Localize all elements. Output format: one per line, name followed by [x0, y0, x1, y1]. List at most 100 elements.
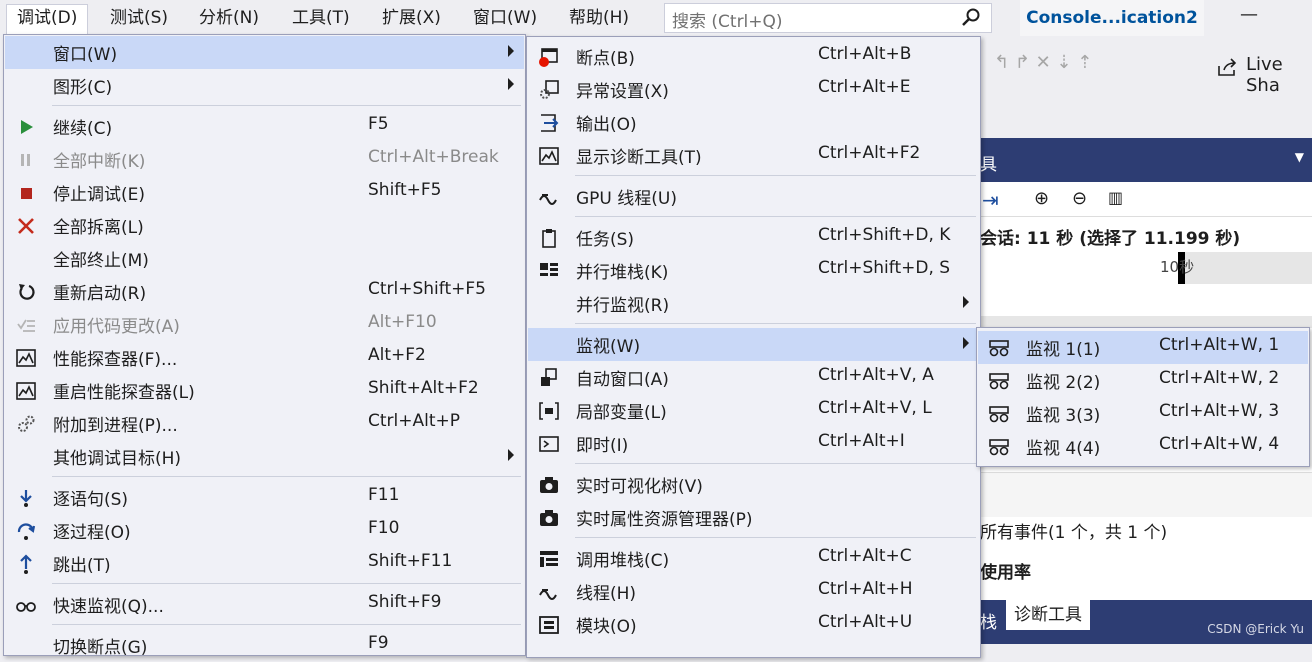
menu-item-step-out[interactable]: 跳出(T) Shift+F11 [5, 547, 524, 580]
share-icon[interactable] [1216, 56, 1238, 82]
pause-icon [15, 149, 37, 171]
menu-item-watch-4[interactable]: 监视 4(4) Ctrl+Alt+W, 4 [978, 430, 1308, 463]
search-input[interactable]: 搜索 (Ctrl+Q) [664, 3, 992, 33]
menu-item-stop-debugging[interactable]: 停止调试(E) Shift+F5 [5, 176, 524, 209]
watch-icon [988, 337, 1010, 359]
diag-toolbar: ⇥ ⊕ ⊖ ▥ [980, 186, 1312, 217]
exception-settings-icon [538, 79, 560, 101]
menu-item-toggle-breakpoint[interactable]: 切换断点(G) F9 [5, 629, 524, 662]
chart-icon[interactable]: ▥ [1108, 188, 1123, 207]
breakpoints-icon [538, 46, 560, 68]
submenu-arrow-icon [963, 337, 969, 349]
menu-item-apply-code-changes[interactable]: 应用代码更改(A) Alt+F10 [5, 308, 524, 341]
window-submenu: 断点(B) Ctrl+Alt+B 异常设置(X) Ctrl+Alt+E 输出(O) … [526, 36, 981, 658]
menu-item-window[interactable]: 窗口(W) [5, 36, 524, 69]
menu-item-autos[interactable]: 自动窗口(A) Ctrl+Alt+V, A [528, 361, 979, 394]
watch-icon [988, 370, 1010, 392]
menu-analyze[interactable]: 分析(N) [199, 5, 259, 31]
menu-item-threads[interactable]: 线程(H) Ctrl+Alt+H [528, 575, 979, 608]
menu-item-live-visual-tree[interactable]: 实时可视化树(V) [528, 468, 979, 501]
diagnostic-panel-title: 具 ▼ [980, 138, 1312, 182]
menu-item-parallel-watch[interactable]: 并行监视(R) [528, 287, 979, 320]
menu-bar: 调试(D) 测试(S) 分析(N) 工具(T) 扩展(X) 窗口(W) 帮助(H… [0, 0, 1312, 38]
menu-item-modules[interactable]: 模块(O) Ctrl+Alt+U [528, 608, 979, 641]
menu-item-other-debug-targets[interactable]: 其他调试目标(H) [5, 440, 524, 473]
zoom-in-icon[interactable]: ⊕ [1034, 188, 1049, 209]
submenu-arrow-icon [508, 45, 514, 57]
menu-item-break-all[interactable]: 全部中断(K) Ctrl+Alt+Break [5, 143, 524, 176]
step-into-icon [15, 487, 37, 509]
menu-item-output[interactable]: 输出(O) [528, 106, 979, 139]
menu-test[interactable]: 测试(S) [110, 5, 168, 31]
profiler-icon [15, 347, 37, 369]
watch-icon [988, 436, 1010, 458]
play-icon [15, 116, 37, 138]
watermark: CSDN @Erick Yu [1207, 622, 1304, 636]
diagnostic-tools-icon [538, 145, 560, 167]
menu-item-watch-1[interactable]: 监视 1(1) Ctrl+Alt+W, 1 [978, 331, 1308, 364]
panel-dropdown-icon[interactable]: ▼ [1295, 150, 1304, 164]
menu-item-relaunch-profiler[interactable]: 重启性能探查器(L) Shift+Alt+F2 [5, 374, 524, 407]
debug-menu: 窗口(W) 图形(C) 继续(C) F5 全部中断(K) Ctrl+Alt+Brea… [3, 34, 526, 658]
locals-icon [538, 400, 560, 422]
toolbar: ↰ ↱ ✕ ⇣ ⇡ Live Sha [980, 36, 1312, 136]
step-over-icon [15, 520, 37, 542]
menu-item-breakpoints[interactable]: 断点(B) Ctrl+Alt+B [528, 40, 979, 73]
tab-call-stack[interactable]: 栈 [980, 608, 997, 633]
attach-process-icon [15, 413, 37, 435]
menu-item-detach-all[interactable]: 全部拆离(L) [5, 209, 524, 242]
menu-item-call-stack[interactable]: 调用堆栈(C) Ctrl+Alt+C [528, 542, 979, 575]
menu-item-parallel-stacks[interactable]: 并行堆栈(K) Ctrl+Shift+D, S [528, 254, 979, 287]
menu-tools[interactable]: 工具(T) [292, 5, 350, 31]
menu-item-watch-3[interactable]: 监视 3(3) Ctrl+Alt+W, 3 [978, 397, 1308, 430]
toolbar-arrows-icon: ↰ ↱ ✕ ⇣ ⇡ [994, 52, 1093, 73]
menu-item-quick-watch[interactable]: 快速监视(Q)... Shift+F9 [5, 588, 524, 621]
gpu-threads-icon [538, 186, 560, 208]
detach-icon [15, 215, 37, 237]
immediate-icon [538, 433, 560, 455]
menu-item-performance-profiler[interactable]: 性能探查器(F)... Alt+F2 [5, 341, 524, 374]
minimize-button[interactable]: — [1240, 4, 1258, 25]
menu-item-locals[interactable]: 局部变量(L) Ctrl+Alt+V, L [528, 394, 979, 427]
submenu-arrow-icon [508, 449, 514, 461]
menu-item-restart[interactable]: 重新启动(R) Ctrl+Shift+F5 [5, 275, 524, 308]
menu-item-tasks[interactable]: 任务(S) Ctrl+Shift+D, K [528, 221, 979, 254]
menu-item-step-over[interactable]: 逐过程(O) F10 [5, 514, 524, 547]
autos-icon [538, 367, 560, 389]
step-out-icon [15, 553, 37, 575]
usage-text: 使用率 [980, 563, 1031, 583]
menu-window[interactable]: 窗口(W) [473, 5, 537, 31]
menu-extensions[interactable]: 扩展(X) [382, 5, 441, 31]
camera-icon [538, 474, 560, 496]
export-icon[interactable]: ⇥ [982, 188, 999, 212]
menu-item-graphics[interactable]: 图形(C) [5, 69, 524, 102]
menu-debug[interactable]: 调试(D) [6, 4, 89, 38]
menu-item-terminate-all[interactable]: 全部终止(M) [5, 242, 524, 275]
apply-changes-icon [15, 314, 37, 336]
events-row [980, 472, 1312, 517]
call-stack-icon [538, 548, 560, 570]
events-text[interactable]: 所有事件(1 个，共 1 个) [980, 518, 1167, 543]
menu-item-diagnostic-tools[interactable]: 显示诊断工具(T) Ctrl+Alt+F2 [528, 139, 979, 172]
quick-watch-icon [15, 594, 37, 616]
camera-icon [538, 507, 560, 529]
tab-diagnostic-tools[interactable]: 诊断工具 [1006, 600, 1090, 630]
menu-item-continue[interactable]: 继续(C) F5 [5, 110, 524, 143]
menu-item-watch-2[interactable]: 监视 2(2) Ctrl+Alt+W, 2 [978, 364, 1308, 397]
zoom-out-icon[interactable]: ⊖ [1072, 188, 1087, 209]
menu-item-step-into[interactable]: 逐语句(S) F11 [5, 481, 524, 514]
submenu-arrow-icon [963, 296, 969, 308]
menu-help[interactable]: 帮助(H) [569, 5, 629, 31]
output-icon [538, 112, 560, 134]
menu-item-immediate[interactable]: 即时(I) Ctrl+Alt+I [528, 427, 979, 460]
tasks-icon [538, 227, 560, 249]
menu-item-gpu-threads[interactable]: GPU 线程(U) [528, 180, 979, 213]
live-share-label[interactable]: Live Sha [1246, 54, 1312, 96]
menu-item-watch[interactable]: 监视(W) [528, 328, 979, 361]
menu-item-live-property-explorer[interactable]: 实时属性资源管理器(P) [528, 501, 979, 534]
menu-item-attach-to-process[interactable]: 附加到进程(P)... Ctrl+Alt+P [5, 407, 524, 440]
search-icon [961, 7, 981, 32]
profiler-icon [15, 380, 37, 402]
modules-icon [538, 614, 560, 636]
menu-item-exception-settings[interactable]: 异常设置(X) Ctrl+Alt+E [528, 73, 979, 106]
